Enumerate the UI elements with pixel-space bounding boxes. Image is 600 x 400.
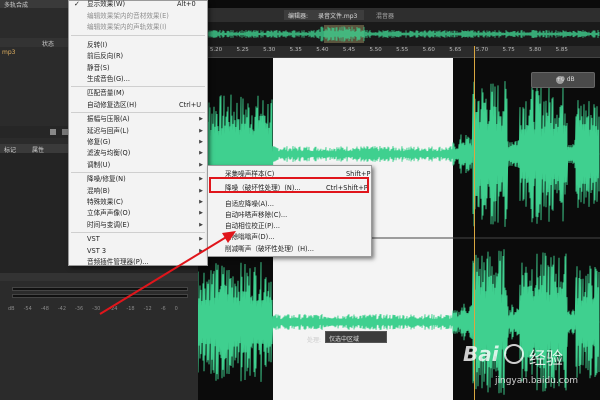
- paw-logo-icon: [504, 344, 524, 364]
- process-option: 仅选中区域: [329, 336, 360, 343]
- watermark: Bai 经验 jingyan.baidu.com: [455, 338, 600, 398]
- arrow-shaft: [99, 235, 229, 315]
- watermark-brand: Bai: [463, 342, 499, 366]
- watermark-brand-cn: 经验: [529, 349, 563, 369]
- watermark-url: jingyan.baidu.com: [495, 376, 579, 386]
- arrow-head: [222, 231, 236, 243]
- process-label: 处理:: [307, 337, 322, 344]
